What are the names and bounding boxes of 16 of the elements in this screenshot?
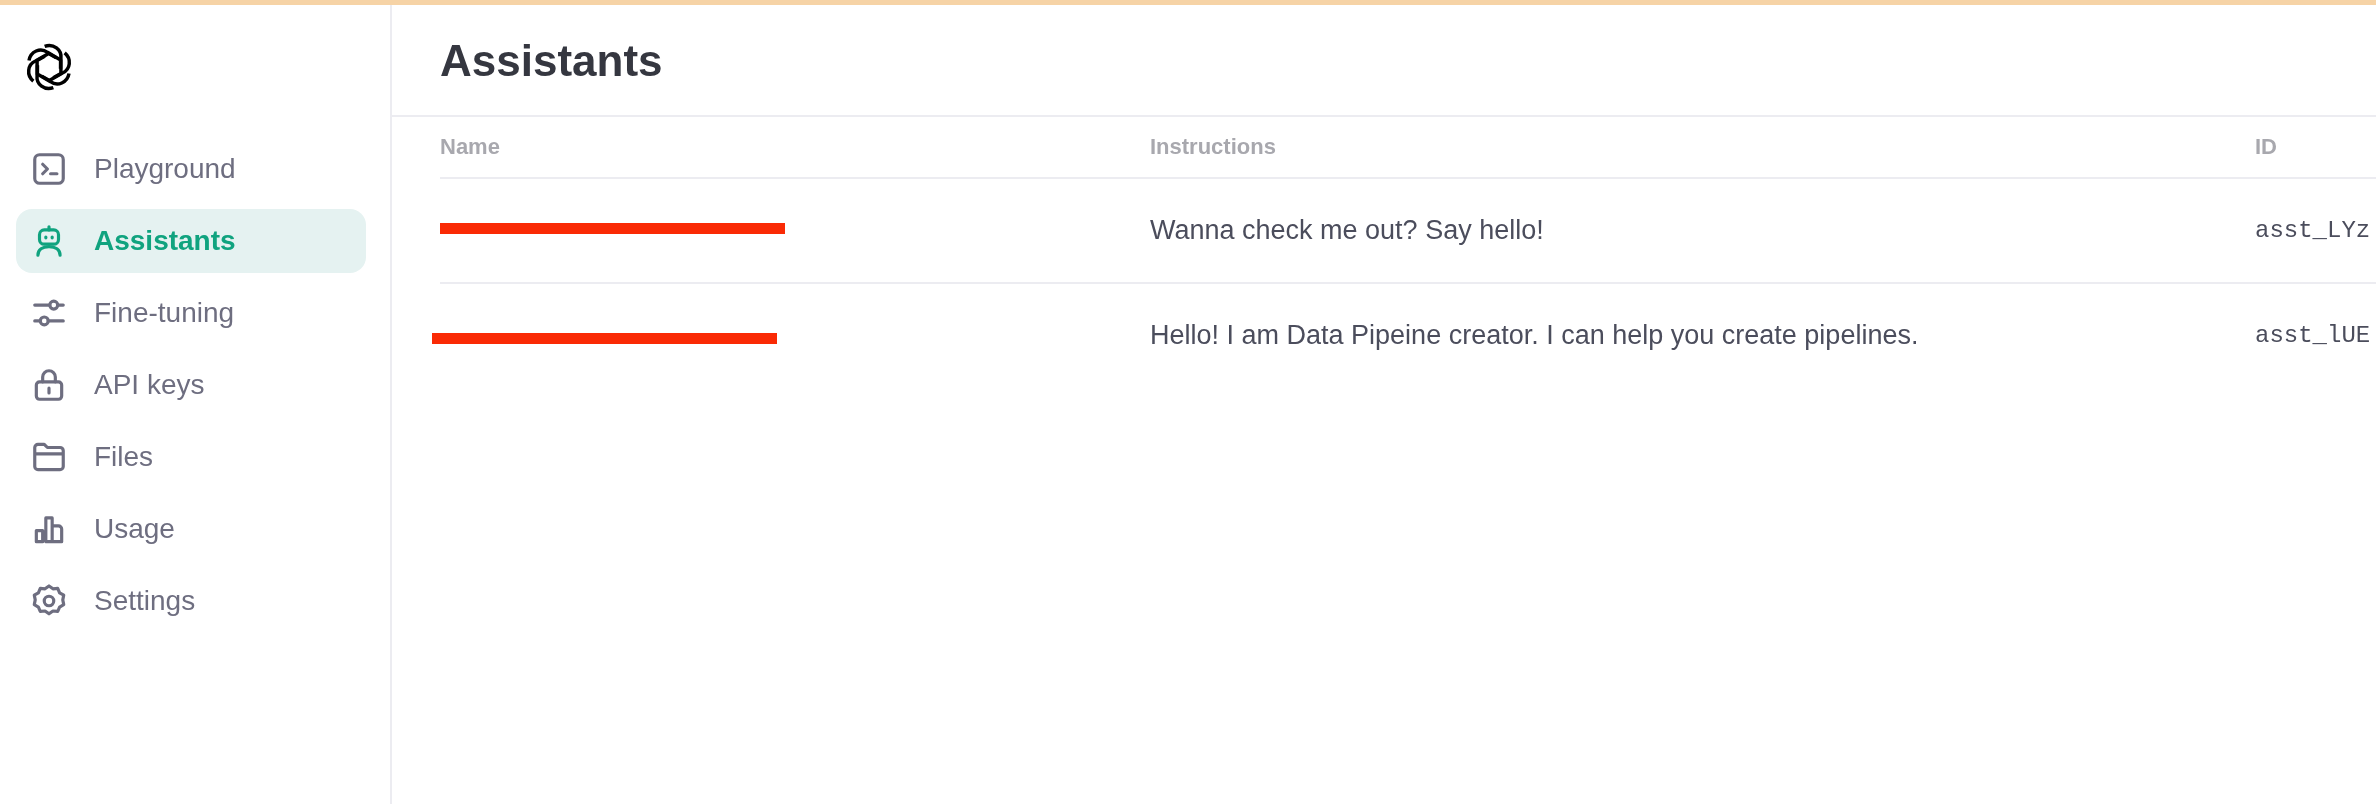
nav-item[interactable]: Settings: [16, 569, 366, 633]
column-header: Name: [440, 134, 501, 160]
nav-item[interactable]: Files: [16, 425, 366, 489]
column-header: Instructions: [1150, 134, 1277, 160]
column-header: ID: [2255, 134, 2278, 160]
instructions-text: Wanna check me out? Say hello!: [1150, 215, 1545, 246]
nav-item[interactable]: Usage: [16, 497, 366, 561]
terminal-icon: [30, 150, 68, 188]
assistant-id: asst_lUE: [2255, 322, 2372, 349]
nav-item[interactable]: Playground: [16, 137, 366, 201]
nav-item[interactable]: Assistants: [16, 209, 366, 273]
page-title: Assistants: [440, 35, 663, 86]
nav-item[interactable]: API keys: [16, 353, 366, 417]
nav-item[interactable]: Fine-tuning: [16, 281, 366, 345]
assistant-id: asst_LYz: [2255, 217, 2372, 244]
instructions-text: Hello! I am Data Pipeine creator. I can help you create pipelines.: [1150, 320, 1920, 351]
